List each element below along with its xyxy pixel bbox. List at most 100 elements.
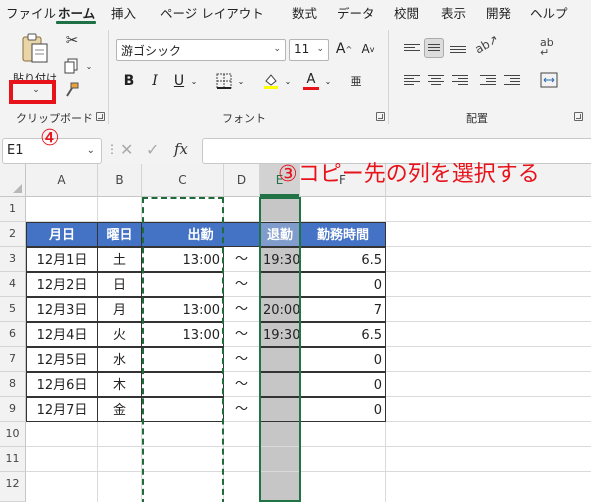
decrease-indent-icon[interactable] bbox=[478, 72, 498, 92]
font-color-dropdown-chevron-icon[interactable]: ⌄ bbox=[323, 70, 333, 92]
row-header-6[interactable]: 6 bbox=[0, 322, 26, 347]
row-header-1[interactable]: 1 bbox=[0, 197, 26, 222]
fill-color-icon[interactable] bbox=[260, 70, 282, 92]
clipboard-launcher-icon[interactable] bbox=[96, 112, 105, 121]
enter-icon[interactable]: ✓ bbox=[146, 140, 159, 159]
cell-date[interactable]: 12月6日 bbox=[26, 372, 98, 397]
select-all-corner[interactable] bbox=[0, 164, 26, 197]
font-color-icon[interactable]: A bbox=[300, 70, 322, 92]
cell-date[interactable]: 12月4日 bbox=[26, 322, 98, 347]
spreadsheet-grid[interactable]: A B C D E F 1 2 3 4 5 6 7 8 9 10 11 12 月… bbox=[0, 164, 591, 502]
cell-weekday[interactable]: 木 bbox=[97, 372, 142, 397]
column-header-b[interactable]: B bbox=[98, 164, 142, 197]
tab-page-layout[interactable]: ページ レイアウト bbox=[160, 3, 264, 22]
align-right-icon[interactable] bbox=[450, 72, 470, 92]
insert-function-icon[interactable]: fx bbox=[174, 140, 188, 158]
paste-icon[interactable] bbox=[20, 32, 50, 64]
header-cell-hours[interactable]: 勤務時間 bbox=[300, 222, 386, 247]
tab-view[interactable]: 表示 bbox=[441, 3, 466, 22]
row-header-5[interactable]: 5 bbox=[0, 297, 26, 322]
tab-insert[interactable]: 挿入 bbox=[111, 3, 136, 22]
tab-data[interactable]: データ bbox=[337, 3, 375, 22]
chevron-down-icon: ⌄ bbox=[273, 44, 281, 54]
cell-weekday[interactable]: 火 bbox=[97, 322, 142, 347]
cell-tilde[interactable]: ～ bbox=[223, 347, 260, 372]
ribbon: 貼り付け ⌄ ✂ ⌄ クリップボード 游ゴシック ⌄ 11 ⌄ A ^ Av B … bbox=[0, 24, 591, 128]
increase-indent-icon[interactable] bbox=[502, 72, 522, 92]
tab-developer[interactable]: 開発 bbox=[486, 3, 511, 22]
tab-file[interactable]: ファイル bbox=[6, 3, 56, 22]
cell-tilde[interactable]: ～ bbox=[223, 322, 260, 347]
tab-help[interactable]: ヘルプ bbox=[530, 3, 568, 22]
borders-icon[interactable] bbox=[213, 70, 235, 92]
copy-icon[interactable] bbox=[62, 56, 82, 76]
cell-tilde[interactable]: ～ bbox=[223, 272, 260, 297]
format-painter-icon[interactable] bbox=[62, 80, 82, 100]
cell-date[interactable]: 12月1日 bbox=[26, 247, 98, 272]
row-header-2[interactable]: 2 bbox=[0, 222, 26, 247]
copy-dropdown-chevron-icon[interactable]: ⌄ bbox=[84, 58, 94, 74]
cell-weekday[interactable]: 土 bbox=[97, 247, 142, 272]
cell-date[interactable]: 12月7日 bbox=[26, 397, 98, 422]
tab-review[interactable]: 校閲 bbox=[394, 3, 419, 22]
orientation-icon[interactable]: ab↗ bbox=[472, 32, 501, 61]
align-left-icon[interactable] bbox=[402, 72, 422, 92]
column-header-d[interactable]: D bbox=[224, 164, 260, 197]
merge-center-icon[interactable] bbox=[540, 72, 560, 92]
tab-formulas[interactable]: 数式 bbox=[292, 3, 317, 22]
cell-hours[interactable]: 7 bbox=[300, 297, 386, 322]
cell-tilde[interactable]: ～ bbox=[223, 247, 260, 272]
tab-home[interactable]: ホーム bbox=[58, 3, 95, 22]
cell-tilde[interactable]: ～ bbox=[223, 372, 260, 397]
cell-hours[interactable]: 0 bbox=[300, 347, 386, 372]
gridline bbox=[26, 471, 591, 472]
underline-dropdown-chevron-icon[interactable]: ⌄ bbox=[189, 70, 199, 92]
header-cell-weekday[interactable]: 曜日 bbox=[97, 222, 142, 247]
italic-button[interactable]: I bbox=[146, 70, 164, 92]
cell-hours[interactable]: 0 bbox=[300, 272, 386, 297]
cell-date[interactable]: 12月3日 bbox=[26, 297, 98, 322]
cell-date[interactable]: 12月5日 bbox=[26, 347, 98, 372]
font-size-select[interactable]: 11 ⌄ bbox=[289, 39, 329, 61]
bold-button[interactable]: B bbox=[120, 70, 138, 92]
cell-weekday[interactable]: 水 bbox=[97, 347, 142, 372]
align-center-icon[interactable] bbox=[426, 72, 446, 92]
phonetic-icon[interactable]: 亜 bbox=[345, 70, 367, 92]
underline-button[interactable]: U bbox=[170, 70, 188, 92]
cell-tilde[interactable]: ～ bbox=[223, 397, 260, 422]
font-name-select[interactable]: 游ゴシック ⌄ bbox=[116, 39, 286, 61]
align-bottom-icon[interactable] bbox=[448, 40, 468, 60]
cell-hours[interactable]: 6.5 bbox=[300, 247, 386, 272]
row-header-11[interactable]: 11 bbox=[0, 447, 26, 472]
row-header-10[interactable]: 10 bbox=[0, 422, 26, 447]
cell-weekday[interactable]: 日 bbox=[97, 272, 142, 297]
row-header-4[interactable]: 4 bbox=[0, 272, 26, 297]
cell-hours[interactable]: 6.5 bbox=[300, 322, 386, 347]
column-header-c[interactable]: C bbox=[142, 164, 224, 197]
wrap-text-icon[interactable]: ab ↵ bbox=[540, 37, 560, 58]
row-header-7[interactable]: 7 bbox=[0, 347, 26, 372]
column-header-a[interactable]: A bbox=[26, 164, 98, 197]
cell-weekday[interactable]: 月 bbox=[97, 297, 142, 322]
header-cell-date[interactable]: 月日 bbox=[26, 222, 98, 247]
align-top-icon[interactable] bbox=[402, 40, 422, 60]
row-header-8[interactable]: 8 bbox=[0, 372, 26, 397]
cell-hours[interactable]: 0 bbox=[300, 372, 386, 397]
cut-icon[interactable]: ✂ bbox=[62, 30, 82, 50]
decrease-font-icon[interactable]: Av bbox=[358, 38, 378, 60]
cell-hours[interactable]: 0 bbox=[300, 397, 386, 422]
align-middle-icon[interactable] bbox=[424, 38, 444, 58]
fill-dropdown-chevron-icon[interactable]: ⌄ bbox=[283, 70, 293, 92]
font-launcher-icon[interactable] bbox=[376, 112, 385, 121]
increase-font-icon[interactable]: A ^ bbox=[334, 38, 354, 60]
formula-actions: ✕ ✓ fx bbox=[108, 138, 198, 164]
cancel-icon[interactable]: ✕ bbox=[120, 140, 133, 159]
row-header-3[interactable]: 3 bbox=[0, 247, 26, 272]
cell-tilde[interactable]: ～ bbox=[223, 297, 260, 322]
cell-date[interactable]: 12月2日 bbox=[26, 272, 98, 297]
alignment-launcher-icon[interactable] bbox=[574, 112, 583, 121]
row-header-12[interactable]: 12 bbox=[0, 472, 26, 502]
borders-dropdown-chevron-icon[interactable]: ⌄ bbox=[236, 70, 246, 92]
cell-weekday[interactable]: 金 bbox=[97, 397, 142, 422]
row-header-9[interactable]: 9 bbox=[0, 397, 26, 422]
